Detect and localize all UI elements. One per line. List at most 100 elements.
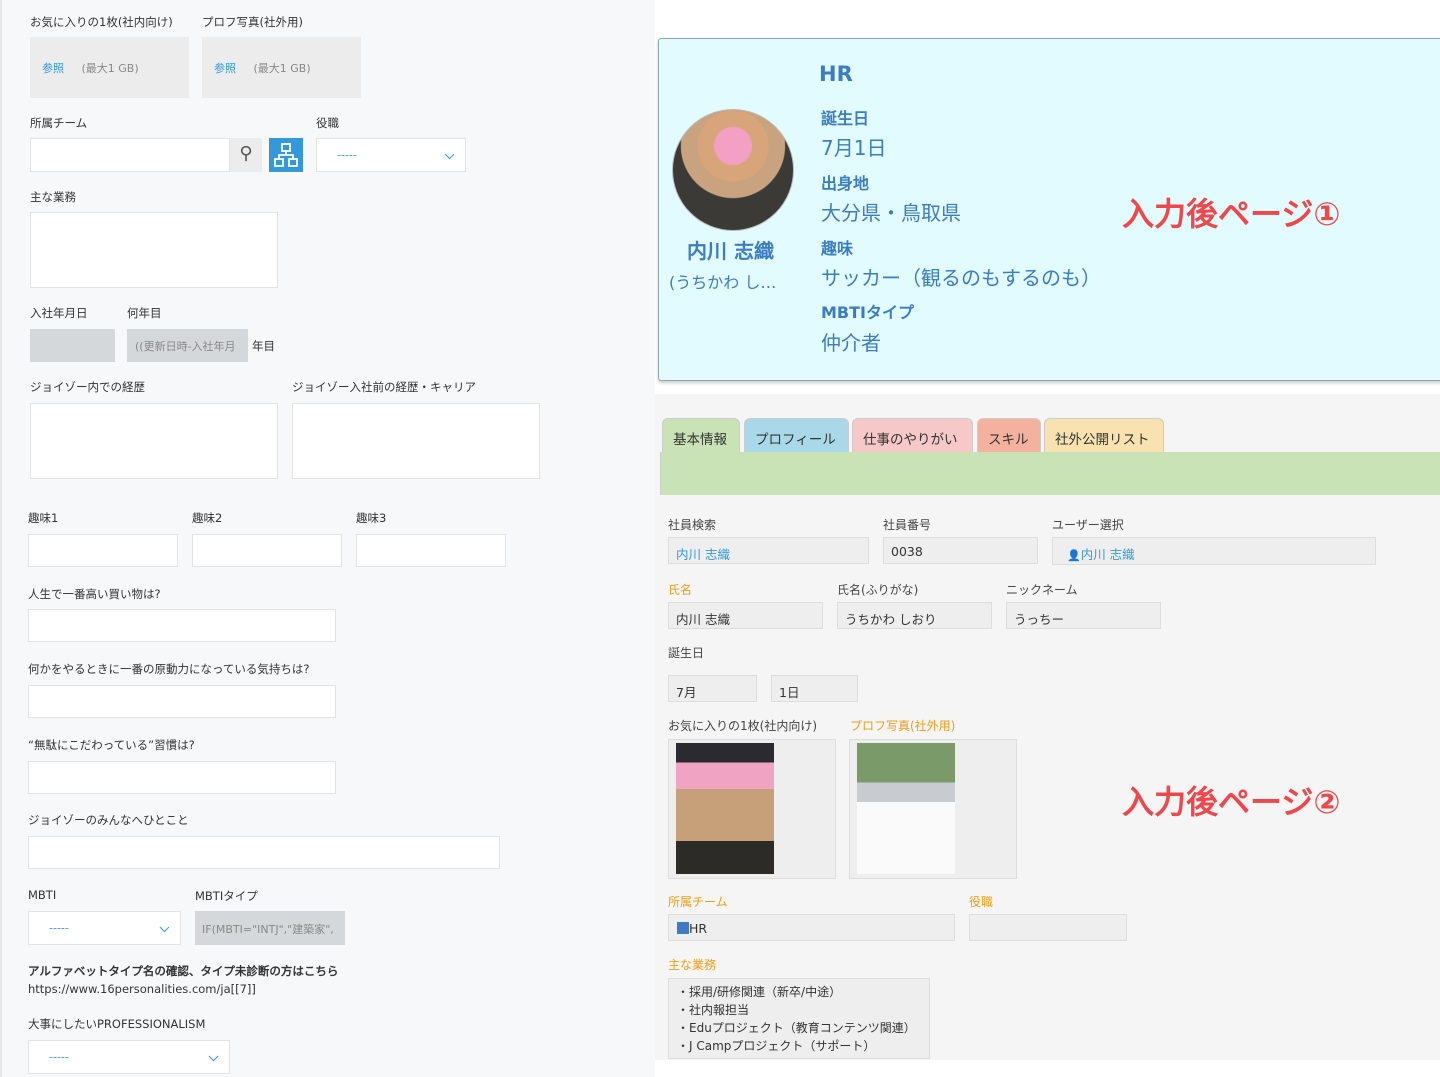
mbti-value: 仲介者 bbox=[821, 331, 881, 355]
years-suffix: 年目 bbox=[252, 339, 275, 353]
duties-label: 主な業務 bbox=[30, 190, 76, 204]
prof-photo-upload: 参照 (最大1 GB) bbox=[202, 37, 361, 98]
edit-form-panel: お気に入りの1枚(社内向け) プロフ写真(社外用) 参照 (最大1 GB) 参照… bbox=[0, 0, 655, 1077]
name-field: 内川 志織 bbox=[668, 602, 823, 629]
birth-month-field: 7月 bbox=[668, 675, 757, 702]
nickname-label: ニックネーム bbox=[1006, 583, 1078, 597]
duty-item: ・Eduプロジェクト（教育コンテンツ関連） bbox=[677, 1021, 916, 1035]
role-field bbox=[969, 914, 1127, 941]
duties-field: ・採用/研修関連（新卒/中途） ・社内報担当 ・Eduプロジェクト（教育コンテン… bbox=[668, 978, 930, 1059]
chevron-down-icon bbox=[159, 922, 170, 933]
hobby1-input[interactable] bbox=[28, 534, 178, 567]
career-in-textarea[interactable] bbox=[30, 403, 278, 479]
career-before-textarea[interactable] bbox=[292, 403, 540, 479]
team-label: 所属チーム bbox=[30, 116, 88, 130]
kana-label: 氏名(ふりがな) bbox=[837, 583, 919, 597]
hobby2-label: 趣味2 bbox=[192, 511, 223, 525]
search-icon[interactable]: ⚲ bbox=[230, 138, 262, 172]
motivation-label: 何かをやるときに一番の原動力になっている気持ちは? bbox=[28, 662, 310, 676]
fav-photo-upload: 参照 (最大1 GB) bbox=[30, 37, 189, 98]
prof-photo-label: プロフ写真(社外用) bbox=[850, 719, 956, 733]
years-calc-field: ((更新日時-入社年月 bbox=[127, 329, 248, 362]
tab-job-satisfaction[interactable]: 仕事のやりがい bbox=[852, 418, 973, 453]
duty-item: ・社内報担当 bbox=[677, 1003, 750, 1017]
user-icon: 👤 bbox=[1067, 549, 1081, 562]
tab-skills[interactable]: スキル bbox=[977, 418, 1041, 453]
card-team: HR bbox=[819, 62, 853, 86]
prof-photo-image[interactable] bbox=[857, 743, 955, 874]
annotation-page-2: 入力後ページ② bbox=[1122, 783, 1341, 821]
motivation-input[interactable] bbox=[28, 685, 336, 718]
browse-link[interactable]: 参照 bbox=[42, 62, 64, 75]
hobby3-input[interactable] bbox=[356, 534, 506, 567]
birthday-label: 誕生日 bbox=[668, 646, 705, 660]
mbti-type-label: MBTIタイプ bbox=[195, 889, 258, 903]
emp-search-field[interactable]: 内川 志織 bbox=[668, 537, 869, 564]
card-name: 内川 志織 bbox=[687, 239, 774, 263]
professionalism-select[interactable]: ----- bbox=[28, 1040, 230, 1074]
hobby-label: 趣味 bbox=[821, 239, 854, 258]
birth-day-field: 1日 bbox=[771, 675, 858, 702]
chevron-down-icon bbox=[444, 149, 455, 160]
hometown-value: 大分県・鳥取県 bbox=[821, 201, 961, 225]
tab-public-list[interactable]: 社外公開リスト bbox=[1044, 418, 1164, 453]
select-value: ----- bbox=[49, 921, 69, 935]
tab-content-band bbox=[660, 452, 1440, 495]
user-select-label: ユーザー選択 bbox=[1052, 518, 1124, 532]
nickname-field: うっちー bbox=[1006, 602, 1161, 629]
mbti-url[interactable]: https://www.16personalities.com/ja[[7]] bbox=[28, 982, 256, 996]
team-value[interactable]: HR bbox=[689, 921, 707, 936]
name-label: 氏名 bbox=[668, 583, 693, 597]
chevron-down-icon bbox=[208, 1051, 219, 1062]
org-chart-icon[interactable] bbox=[269, 138, 303, 172]
purchase-input[interactable] bbox=[28, 609, 336, 642]
join-date-label: 入社年月日 bbox=[30, 306, 88, 320]
browse-link[interactable]: 参照 bbox=[214, 62, 236, 75]
fav-photo-box bbox=[668, 739, 836, 879]
duty-item: ・J Campプロジェクト（サポート） bbox=[677, 1039, 876, 1053]
fav-photo-label: お気に入りの1枚(社内向け) bbox=[30, 15, 173, 29]
hobby-value: サッカー（観るのもするのも） bbox=[821, 266, 1101, 290]
card-kana: (うちかわ し… bbox=[669, 273, 777, 292]
join-date-field[interactable] bbox=[30, 329, 115, 362]
career-before-label: ジョイゾー入社前の経歴・キャリア bbox=[292, 380, 476, 394]
birthday-value: 7月1日 bbox=[821, 136, 887, 160]
select-value: ----- bbox=[337, 148, 357, 162]
prof-photo-label: プロフ写真(社外用) bbox=[202, 15, 303, 29]
emp-no-field: 0038 bbox=[883, 537, 1038, 564]
purchase-label: 人生で一番高い買い物は? bbox=[28, 587, 161, 601]
emp-search-label: 社員検索 bbox=[668, 518, 717, 532]
hobby2-input[interactable] bbox=[192, 534, 342, 567]
habit-input[interactable] bbox=[28, 761, 336, 794]
mbti-label: MBTIタイプ bbox=[821, 303, 914, 322]
duties-textarea[interactable] bbox=[30, 212, 278, 288]
prof-photo-box bbox=[849, 739, 1017, 879]
user-name[interactable]: 内川 志織 bbox=[1081, 547, 1135, 562]
role-label: 役職 bbox=[969, 895, 994, 909]
team-label: 所属チーム bbox=[668, 895, 728, 909]
hobby3-label: 趣味3 bbox=[356, 511, 387, 525]
duty-item: ・採用/研修関連（新卒/中途） bbox=[677, 985, 842, 999]
message-input[interactable] bbox=[28, 836, 500, 869]
kana-field: うちかわ しおり bbox=[837, 602, 992, 629]
habit-label: “無駄にこだわっている”習慣は? bbox=[28, 738, 195, 752]
role-label: 役職 bbox=[316, 116, 339, 130]
mbti-label: MBTI bbox=[28, 888, 57, 902]
career-in-label: ジョイゾー内での経歴 bbox=[30, 380, 145, 394]
duties-label: 主な業務 bbox=[668, 958, 717, 972]
role-select[interactable]: ----- bbox=[316, 138, 466, 172]
message-label: ジョイゾーのみんなへひとこと bbox=[28, 813, 189, 827]
years-label: 何年目 bbox=[127, 306, 162, 320]
tab-profile[interactable]: プロフィール bbox=[744, 418, 849, 453]
team-input[interactable] bbox=[30, 138, 230, 172]
tab-basic-info[interactable]: 基本情報 bbox=[662, 418, 740, 453]
professionalism-label: 大事にしたいPROFESSIONALISM bbox=[28, 1017, 206, 1031]
user-select-field[interactable]: 👤内川 志織 bbox=[1052, 537, 1376, 565]
birthday-label: 誕生日 bbox=[821, 109, 870, 128]
fav-photo-image[interactable] bbox=[676, 743, 774, 874]
max-size-text: (最大1 GB) bbox=[81, 62, 139, 75]
team-field: HR bbox=[668, 914, 955, 941]
mbti-note: アルファベットタイプ名の確認、タイプ未診断の方はこちら bbox=[28, 964, 339, 978]
mbti-select[interactable]: ----- bbox=[28, 911, 181, 945]
avatar bbox=[672, 109, 794, 231]
